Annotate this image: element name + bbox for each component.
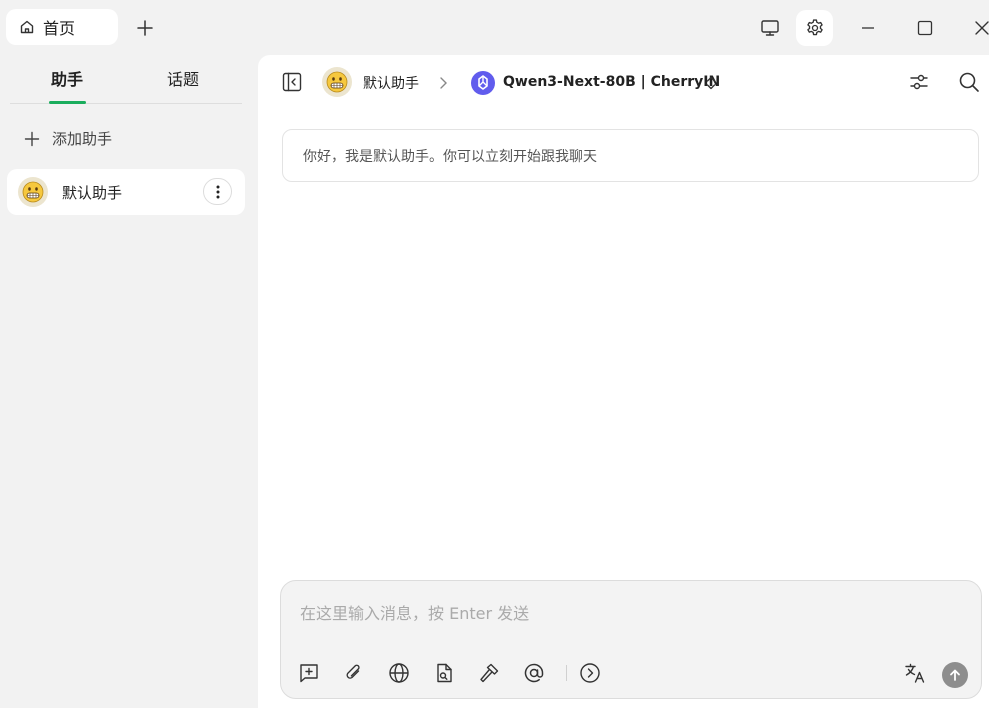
add-assistant-label: 添加助手 [52,130,113,148]
home-icon [19,19,35,35]
tools-button[interactable] [477,661,501,685]
message-composer[interactable]: 在这里输入消息，按 Enter 发送 [280,580,982,699]
sidebar-item-default-assistant[interactable]: 默认助手 [7,169,245,215]
new-topic-icon [298,662,320,684]
translate-button[interactable] [903,661,927,685]
more-vertical-icon [216,185,220,199]
home-tab-label: 首页 [43,19,76,38]
chat-settings-button[interactable] [908,71,930,93]
tab-assistants[interactable]: 助手 [51,66,83,90]
chevron-right-icon [438,76,448,90]
search-button[interactable] [958,71,980,93]
sidebar-collapse-icon [282,72,302,92]
sliders-icon [908,71,930,93]
send-icon [948,668,962,682]
attachment-button[interactable] [342,661,366,685]
search-icon [958,71,980,93]
welcome-message: 你好，我是默认助手。你可以立刻开始跟我聊天 [282,129,979,182]
chevron-updown-icon[interactable] [705,75,717,91]
close-button[interactable] [970,16,989,40]
new-tab-button[interactable] [133,16,157,40]
maximize-icon [917,20,933,36]
file-search-icon [433,662,455,684]
model-selector[interactable]: Qwen3-Next-80B | CherryIN [503,74,720,90]
send-button[interactable] [942,662,968,688]
active-tab-indicator [49,101,86,104]
web-search-icon [388,662,410,684]
expand-arrow-icon [579,662,601,684]
file-search-button[interactable] [432,661,456,685]
translate-icon [904,662,926,684]
welcome-text: 你好，我是默认助手。你可以立刻开始跟我聊天 [303,148,597,165]
plus-icon [136,19,154,37]
minimize-icon [860,20,876,36]
message-input[interactable]: 在这里输入消息，按 Enter 发送 [300,600,529,624]
web-search-button[interactable] [387,661,411,685]
attachment-icon [343,662,365,684]
maximize-button[interactable] [913,16,937,40]
sidebar-tab-divider [10,103,242,104]
gear-icon [805,18,825,38]
avatar [322,67,352,97]
new-topic-button[interactable] [297,661,321,685]
chat-panel: 默认助手 Qwen3-Next-80B | CherryIN 你好，我是默认助手… [258,55,989,708]
breadcrumb-assistant[interactable] [322,67,352,97]
monitor-icon [760,18,780,38]
tools-hammer-icon [478,662,500,684]
settings-button[interactable] [796,10,833,46]
home-tab[interactable]: 首页 [6,9,118,45]
model-logo-icon [471,71,495,95]
add-assistant-button[interactable]: 添加助手 [24,128,112,149]
display-button[interactable] [754,12,786,44]
tab-topics[interactable]: 话题 [167,66,199,90]
mention-button[interactable] [522,661,546,685]
breadcrumb-assistant-name[interactable]: 默认助手 [363,73,419,93]
mention-icon [523,662,545,684]
avatar [18,177,48,207]
minimize-button[interactable] [856,16,880,40]
close-icon [974,20,989,36]
plus-icon [24,131,40,147]
assistant-name: 默认助手 [62,183,123,202]
toggle-sidebar-button[interactable] [282,72,302,92]
expand-tools-button[interactable] [578,661,602,685]
toolbar-divider [566,665,567,681]
assistant-more-button[interactable] [203,178,232,205]
